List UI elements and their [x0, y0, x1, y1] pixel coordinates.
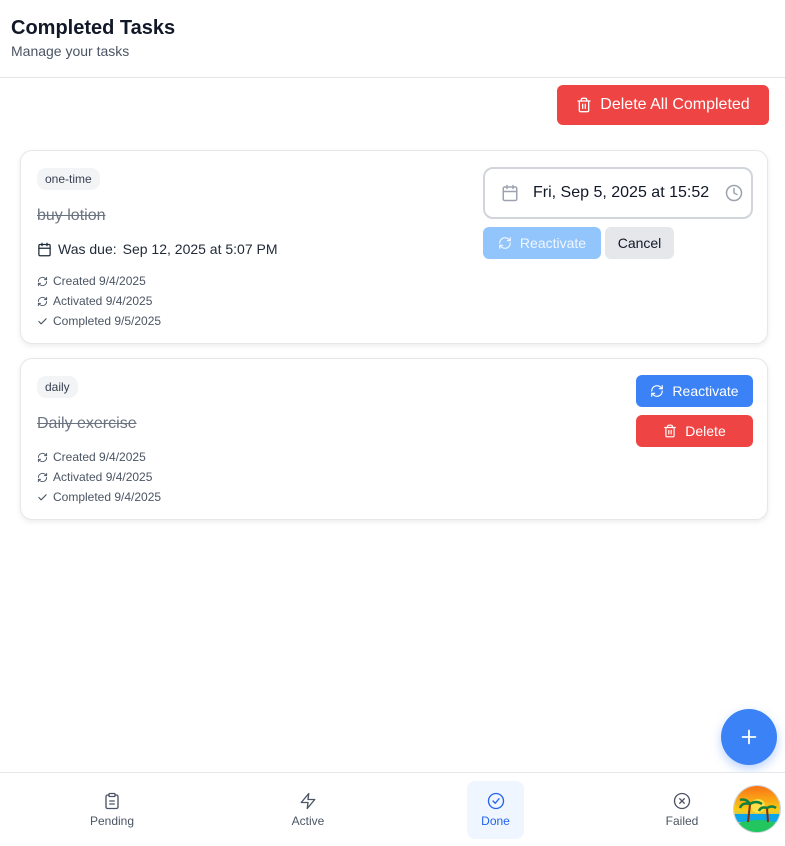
- calendar-icon: [38, 242, 51, 256]
- due-value: Sep 12, 2025 at 5:07 PM: [122, 241, 278, 257]
- completed-date: Completed 9/4/2025: [53, 490, 162, 504]
- trash-icon: [664, 424, 677, 438]
- page-header: Completed Tasks Manage your tasks: [0, 0, 785, 78]
- delete-all-completed-button[interactable]: Delete All Completed: [557, 85, 769, 125]
- task-title: buy lotion: [37, 207, 106, 224]
- reactivate-label: Reactivate: [672, 383, 739, 399]
- refresh-icon: [37, 276, 48, 286]
- due-date: Was due: Sep 12, 2025 at 5:07 PM: [37, 241, 278, 257]
- nav-tab-active[interactable]: Active: [280, 781, 336, 839]
- cancel-button[interactable]: Cancel: [605, 227, 674, 259]
- due-label: Was due:: [58, 241, 117, 257]
- page-subtitle: Manage your tasks: [11, 43, 130, 59]
- nav-label-failed: Failed: [665, 814, 699, 828]
- check-icon: [38, 317, 47, 324]
- delete-label: Delete: [685, 423, 726, 439]
- task-meta: Created 9/4/2025 Activated 9/4/2025 Comp…: [37, 274, 161, 328]
- check-circle-icon: [487, 792, 504, 810]
- reactivate-button[interactable]: Reactivate: [483, 227, 601, 259]
- completed-date: Completed 9/5/2025: [53, 314, 162, 328]
- task-card: daily Daily exercise Created 9/4/2025 Ac…: [20, 358, 768, 520]
- task-type-badge: daily: [37, 376, 78, 398]
- page-title: Completed Tasks: [11, 17, 176, 39]
- task-title: Daily exercise: [37, 415, 137, 432]
- plus-icon: [741, 729, 757, 745]
- x-circle-icon: [673, 792, 691, 810]
- datetime-value: Fri, Sep 5, 2025 at 15:52: [533, 184, 710, 201]
- avatar[interactable]: [733, 785, 781, 833]
- clipboard-icon: [105, 792, 119, 810]
- reactivate-datetime-input[interactable]: Fri, Sep 5, 2025 at 15:52: [483, 167, 753, 219]
- nav-label-done: Done: [481, 814, 510, 828]
- beach-avatar-image: [734, 786, 780, 832]
- cancel-label: Cancel: [617, 235, 662, 251]
- nav-tab-done[interactable]: Done: [467, 781, 524, 839]
- add-task-button[interactable]: [721, 709, 777, 765]
- refresh-icon: [37, 472, 48, 482]
- reactivate-button[interactable]: Reactivate: [636, 375, 753, 407]
- task-card: one-time buy lotion Was due: Sep 12, 202…: [20, 150, 768, 344]
- task-type-badge: one-time: [37, 168, 100, 190]
- activated-date: Activated 9/4/2025: [53, 294, 153, 308]
- refresh-icon: [651, 385, 664, 397]
- trash-icon: [577, 97, 591, 113]
- created-date: Created 9/4/2025: [53, 274, 146, 288]
- activated-date: Activated 9/4/2025: [53, 470, 153, 484]
- calendar-icon: [502, 184, 518, 202]
- clock-icon[interactable]: [725, 184, 743, 202]
- refresh-icon: [499, 237, 511, 249]
- task-meta: Created 9/4/2025 Activated 9/4/2025 Comp…: [37, 450, 161, 504]
- lightning-icon: [300, 792, 316, 810]
- refresh-icon: [37, 296, 48, 306]
- bottom-navigation: Pending Active Done Failed: [0, 772, 785, 846]
- reactivate-label: Reactivate: [519, 235, 587, 251]
- created-date: Created 9/4/2025: [53, 450, 146, 464]
- nav-label-active: Active: [291, 814, 325, 828]
- check-icon: [38, 493, 47, 500]
- nav-tab-pending[interactable]: Pending: [84, 781, 140, 839]
- delete-all-label: Delete All Completed: [600, 96, 750, 113]
- delete-button[interactable]: Delete: [636, 415, 753, 447]
- nav-label-pending: Pending: [89, 814, 135, 828]
- nav-tab-failed[interactable]: Failed: [654, 781, 710, 839]
- refresh-icon: [37, 452, 48, 462]
